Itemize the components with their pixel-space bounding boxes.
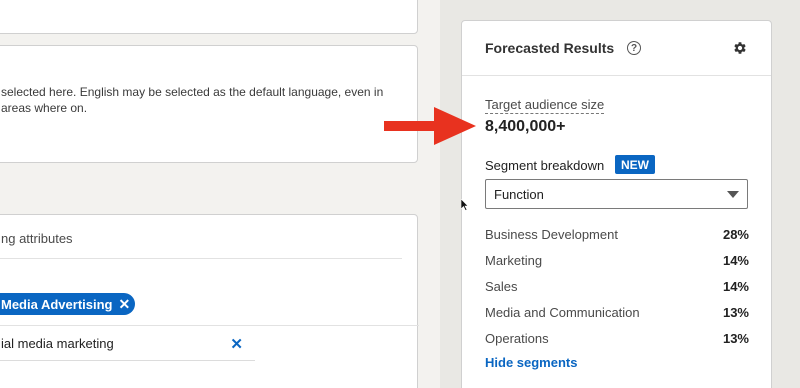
help-icon[interactable]: ? [627, 41, 641, 55]
attribute-search-input[interactable]: ial media marketing ✕ [0, 327, 255, 361]
forecast-title: Forecasted Results [485, 40, 615, 56]
row-divider [0, 325, 419, 326]
segment-percent: 13% [722, 330, 749, 346]
segment-name: Operations [485, 330, 549, 346]
segment-name: Sales [485, 278, 518, 294]
segment-row: Sales 14% [485, 273, 749, 299]
target-audience-label[interactable]: Target audience size [485, 97, 605, 114]
segment-name: Marketing [485, 252, 543, 268]
selected-attribute-pill[interactable]: Media Advertising ✕ [0, 293, 135, 315]
segment-percent: 28% [722, 226, 749, 242]
attributes-card: ng attributes Media Advertising ✕ ial me… [0, 214, 419, 388]
language-description: selected here. English may be selected a… [1, 85, 384, 115]
segment-row: Operations 13% [485, 325, 749, 351]
segment-breakdown-label: Segment breakdown [485, 158, 605, 173]
segment-name: Media and Communication [485, 304, 640, 320]
segment-select[interactable]: Function [485, 179, 748, 209]
target-audience-value: 8,400,000+ [485, 118, 566, 135]
forecasted-results-card: Forecasted Results ? Target audience siz… [461, 20, 772, 388]
top-card [0, 0, 418, 34]
typed-value: ial media marketing [1, 336, 114, 351]
mouse-cursor-icon [461, 199, 469, 211]
chevron-down-icon [727, 191, 739, 198]
segment-list: Business Development 28% Marketing 14% S… [485, 221, 749, 351]
segment-row: Marketing 14% [485, 247, 749, 273]
page: selected here. English may be selected a… [0, 0, 800, 388]
gear-icon[interactable] [732, 40, 748, 56]
clear-input-icon[interactable]: ✕ [230, 335, 243, 353]
pill-label: Media Advertising [1, 296, 113, 312]
segment-row: Media and Communication 13% [485, 299, 749, 325]
language-card: selected here. English may be selected a… [0, 45, 418, 163]
forecast-header: Forecasted Results ? [462, 21, 771, 76]
red-arrow-icon [384, 107, 476, 145]
attributes-divider [0, 258, 402, 259]
segment-percent: 14% [722, 278, 749, 294]
hide-segments-link[interactable]: Hide segments [485, 355, 577, 370]
close-icon[interactable]: ✕ [118, 296, 130, 313]
attributes-header: ng attributes [1, 231, 73, 246]
segment-row: Business Development 28% [485, 221, 749, 247]
segment-select-value: Function [494, 186, 544, 202]
segment-name: Business Development [485, 226, 618, 242]
new-badge: NEW [615, 155, 655, 174]
segment-percent: 14% [722, 252, 749, 268]
segment-percent: 13% [722, 304, 749, 320]
